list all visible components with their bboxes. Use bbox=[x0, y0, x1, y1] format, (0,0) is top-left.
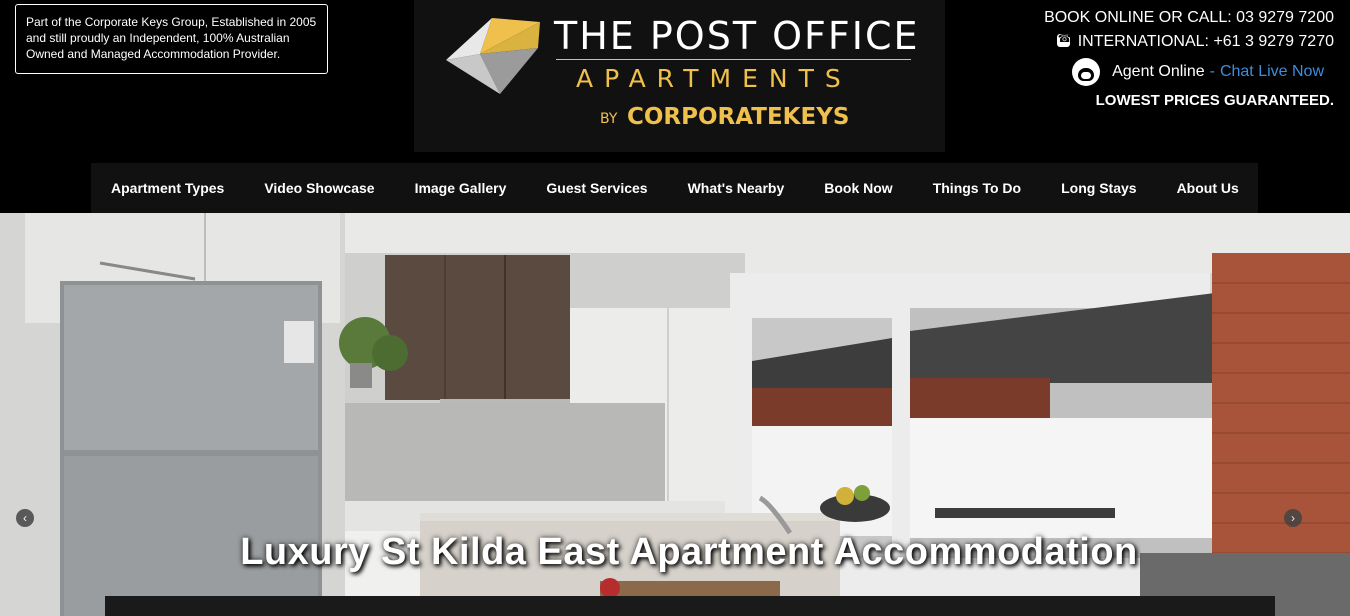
nav-image-gallery[interactable]: Image Gallery bbox=[395, 163, 527, 213]
chat-separator: - bbox=[1209, 63, 1215, 80]
chat-live-now-link[interactable]: Chat Live Now bbox=[1220, 63, 1324, 81]
nav-long-stays[interactable]: Long Stays bbox=[1041, 163, 1156, 213]
agent-online-label: Agent Online bbox=[1112, 63, 1205, 80]
slider-next-arrow[interactable]: › bbox=[1284, 509, 1302, 527]
hero-caption: Luxury St Kilda East Apartment Accommoda… bbox=[240, 531, 1138, 573]
slider-prev-arrow[interactable]: ‹ bbox=[16, 509, 34, 527]
hero-bottom-bar bbox=[105, 596, 1275, 616]
logo-title: THE POST OFFICE bbox=[554, 14, 920, 58]
lowest-price-guarantee: LOWEST PRICES GUARANTEED. bbox=[1095, 92, 1334, 109]
nav-about-us[interactable]: About Us bbox=[1157, 163, 1259, 213]
site-logo[interactable]: THE POST OFFICE APARTMENTS BY CORPORATEK… bbox=[414, 0, 945, 152]
agent-avatar-icon bbox=[1072, 58, 1101, 86]
hero-slider: ‹ › Luxury St Kilda East Apartment Accom… bbox=[0, 213, 1350, 616]
logo-subtitle: APARTMENTS bbox=[576, 64, 852, 93]
nav-video-showcase[interactable]: Video Showcase bbox=[244, 163, 394, 213]
nav-guest-services[interactable]: Guest Services bbox=[526, 163, 667, 213]
nav-whats-nearby[interactable]: What's Nearby bbox=[668, 163, 805, 213]
nav-things-to-do[interactable]: Things To Do bbox=[913, 163, 1041, 213]
live-chat-line[interactable]: Agent Online - Chat Live Now bbox=[1072, 58, 1324, 86]
logo-brand: CORPORATEKEYS bbox=[627, 104, 850, 130]
nav-apartment-types[interactable]: Apartment Types bbox=[91, 163, 244, 213]
logo-mark-icon bbox=[446, 18, 540, 94]
site-header: Part of the Corporate Keys Group, Establ… bbox=[0, 0, 1350, 163]
group-note-box: Part of the Corporate Keys Group, Establ… bbox=[15, 4, 328, 74]
logo-by: BY bbox=[600, 111, 618, 127]
international-number: INTERNATIONAL: +61 3 9279 7270 bbox=[1077, 33, 1334, 50]
book-online-line[interactable]: BOOK ONLINE OR CALL: 03 9279 7200 bbox=[1044, 9, 1334, 27]
logo-divider bbox=[556, 59, 911, 60]
main-nav: Apartment Types Video Showcase Image Gal… bbox=[91, 163, 1258, 213]
nav-book-now[interactable]: Book Now bbox=[804, 163, 912, 213]
phone-icon bbox=[1056, 32, 1071, 47]
international-line[interactable]: INTERNATIONAL: +61 3 9279 7270 bbox=[1056, 32, 1334, 51]
